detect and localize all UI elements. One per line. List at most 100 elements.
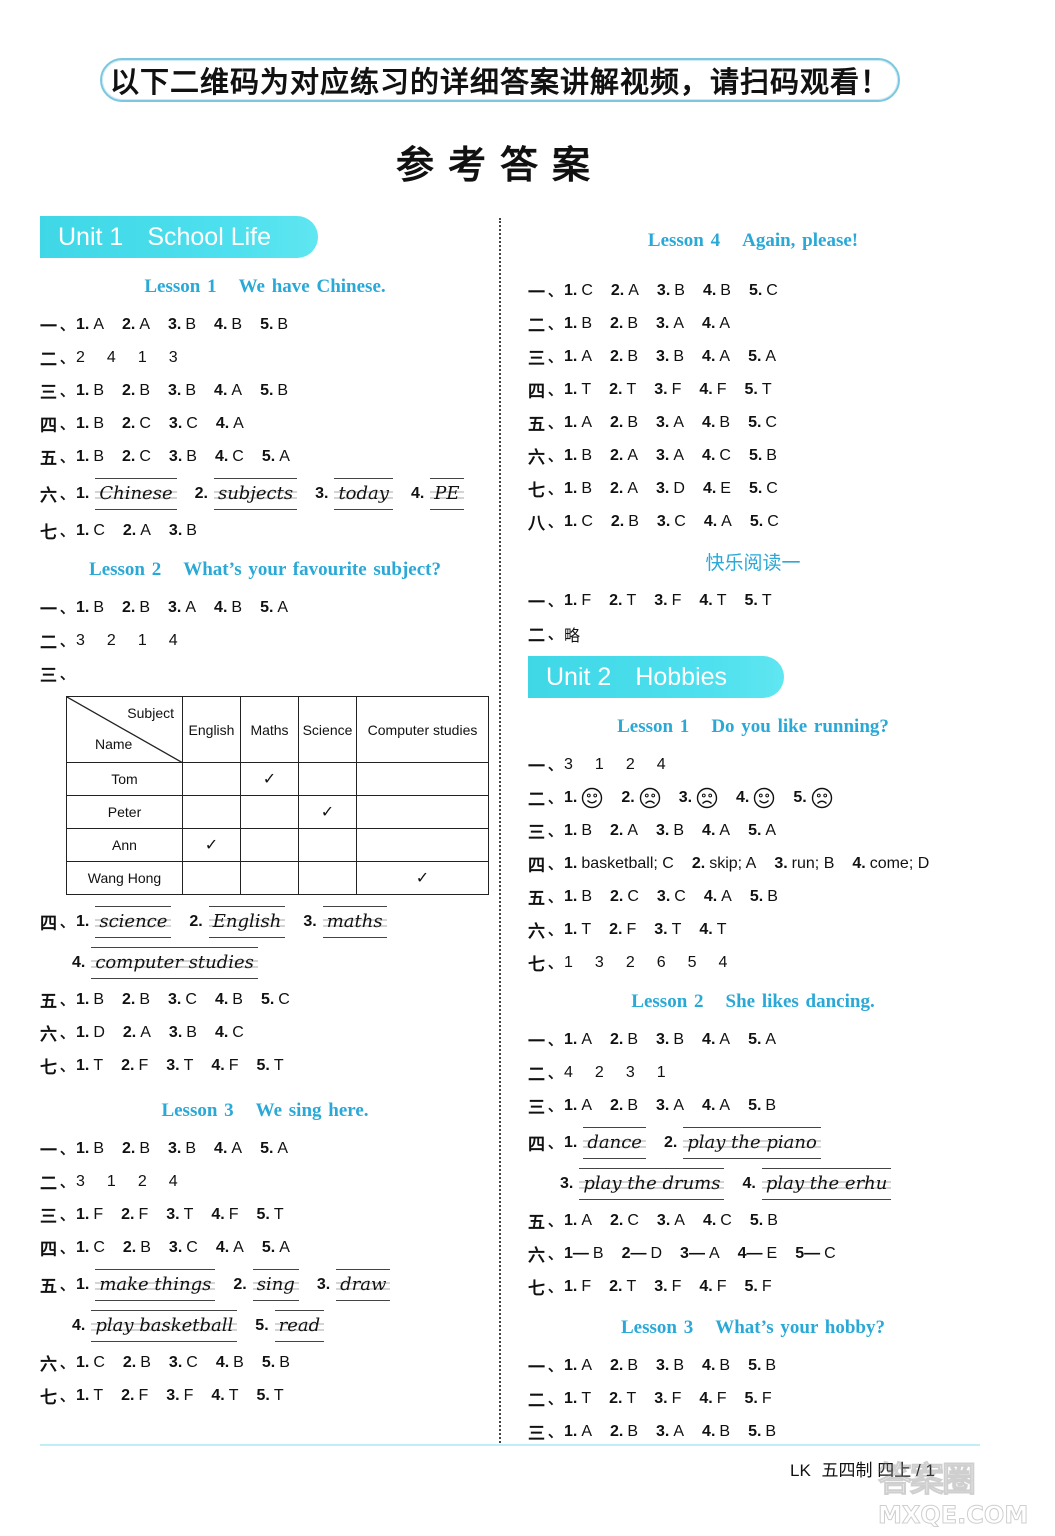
item-answer: A: [93, 315, 105, 333]
item-number: 2.: [610, 347, 624, 365]
answer-item: 3. B: [168, 382, 196, 400]
handwritten-answer: English: [208, 905, 286, 938]
item-number: 1.: [76, 1386, 90, 1404]
handwritten-answer: play the erhu: [761, 1167, 892, 1200]
handwritten-answer: PE: [430, 477, 464, 510]
answer-item: 5. T: [745, 592, 772, 610]
item-number: 4.: [702, 347, 716, 365]
answer-item: 3. A: [656, 447, 684, 465]
answer-item: 5. B: [262, 1354, 290, 1372]
sequence-value: 2: [76, 348, 85, 366]
section-separator: 、: [548, 282, 562, 299]
answer-row: 七、 1. F 2. T 3. F 4. F 5. F: [528, 1270, 978, 1303]
unit-name: School Life: [147, 222, 272, 251]
item-number: 4.: [702, 1096, 716, 1114]
item-number: 3.: [656, 821, 670, 839]
section-number: 一: [528, 593, 545, 613]
item-number: 1.: [564, 1030, 578, 1048]
item-answer: B: [627, 1356, 639, 1374]
item-number: 5.: [748, 821, 762, 839]
answer-item: 4. play basketball: [72, 1309, 255, 1342]
item-number: 4.: [702, 479, 717, 497]
section-separator: 、: [60, 913, 74, 930]
item-number: 1.: [76, 1205, 90, 1223]
item-number: 5.: [261, 1238, 276, 1256]
answer-item: 4. C: [215, 448, 244, 466]
sequence-value: 3: [168, 348, 178, 366]
answer-item: 3. A: [657, 1212, 685, 1230]
answer-item: 2. B: [122, 991, 150, 1009]
answer-item: 1. A: [564, 414, 592, 432]
item-answer: C: [186, 1238, 198, 1256]
sequence-value: 3: [564, 755, 573, 773]
item-number: 4.: [214, 1023, 229, 1041]
item-answer: B: [581, 479, 593, 497]
table-cell: [356, 795, 489, 829]
lesson-number: Lesson 4: [647, 230, 721, 251]
section-separator: 、: [548, 625, 562, 642]
handwritten-answer: play the piano: [683, 1126, 821, 1159]
sequence-value: 3: [625, 1063, 635, 1081]
item-answer: B: [581, 446, 593, 464]
answer-item: 1. A: [564, 1031, 592, 1049]
lesson-heading: Lesson 4 Again, please!: [528, 226, 978, 256]
item-answer: A: [719, 1030, 731, 1048]
item-number: 2.: [610, 413, 624, 431]
left-column: Unit 1 School Life Lesson 1 We have Chine…: [40, 210, 490, 1412]
item-number: 3.: [774, 854, 788, 872]
answer-item: 5. T: [257, 1206, 284, 1224]
item-answer: T: [716, 591, 727, 609]
answer-item: 5. C: [748, 414, 777, 432]
section-number: 三: [528, 823, 545, 843]
section-number: 四: [40, 914, 57, 934]
item-number: 1.: [564, 788, 578, 806]
item-answer: A: [765, 821, 777, 839]
item-answer: A: [721, 512, 732, 530]
answer-item: 5. T: [257, 1387, 284, 1405]
item-answer: B: [766, 446, 777, 464]
item-answer: C: [767, 512, 779, 530]
item-answer: A: [581, 1422, 593, 1440]
answer-row: 一、 1. A 2. A 3. B 4. B 5. B: [40, 308, 490, 341]
item-number: 1.: [76, 447, 90, 465]
answer-item: 1. B: [76, 382, 104, 400]
section-number: 五: [528, 889, 545, 909]
section-separator: 、: [60, 485, 74, 502]
item-number: 2.: [233, 1275, 247, 1293]
item-answer: A: [185, 598, 197, 616]
watermark-text: 答案圈: [878, 1460, 977, 1501]
sad-face-icon: [807, 787, 833, 809]
item-answer: C: [824, 1244, 836, 1262]
item-answer: B: [627, 413, 639, 431]
item-number: 3.: [168, 521, 183, 539]
item-number: 1.: [76, 381, 90, 399]
answer-row: 六、 1. T 2. F 3. T 4. T: [528, 913, 978, 946]
section-separator: 、: [548, 315, 562, 332]
item-number: 2.: [663, 1133, 678, 1151]
answer-item: 5. A: [748, 1031, 776, 1049]
answer-item: 3. B: [168, 1140, 196, 1158]
answer-item: 1.: [564, 787, 603, 809]
item-answer: A: [673, 413, 685, 431]
item-answer: A: [627, 821, 639, 839]
answer-item: 3. maths: [303, 905, 404, 938]
answer-item: 4. A: [702, 348, 730, 366]
item-number: 4.: [702, 413, 716, 431]
item-number: 2.: [121, 1205, 135, 1223]
item-answer: C: [581, 281, 593, 299]
section-separator: 、: [548, 822, 562, 839]
item-number: 1.: [564, 380, 578, 398]
item-answer: B: [767, 1211, 778, 1229]
answer-row: 四、 1. C 2. B 3. C 4. A 5. A: [40, 1231, 490, 1264]
answer-item: 3. play the drums: [560, 1167, 742, 1200]
sequence-value: 1: [106, 1172, 116, 1190]
section-separator: 、: [548, 1278, 562, 1295]
item-number: 2.: [610, 512, 625, 530]
answer-row: 二、 3 1 2 4: [40, 1165, 490, 1198]
answer-row: 六、 1. Chinese 2. subjects 3. today 4. PE: [40, 473, 490, 514]
answer-item: 4. F: [699, 1390, 726, 1408]
answer-item: 3. A: [656, 1423, 684, 1441]
section-separator: 、: [60, 1354, 74, 1371]
check-mark-icon: ✓: [415, 870, 430, 887]
answer-row: 二、 1. T 2. T 3. F 4. F 5. F: [528, 1382, 978, 1415]
